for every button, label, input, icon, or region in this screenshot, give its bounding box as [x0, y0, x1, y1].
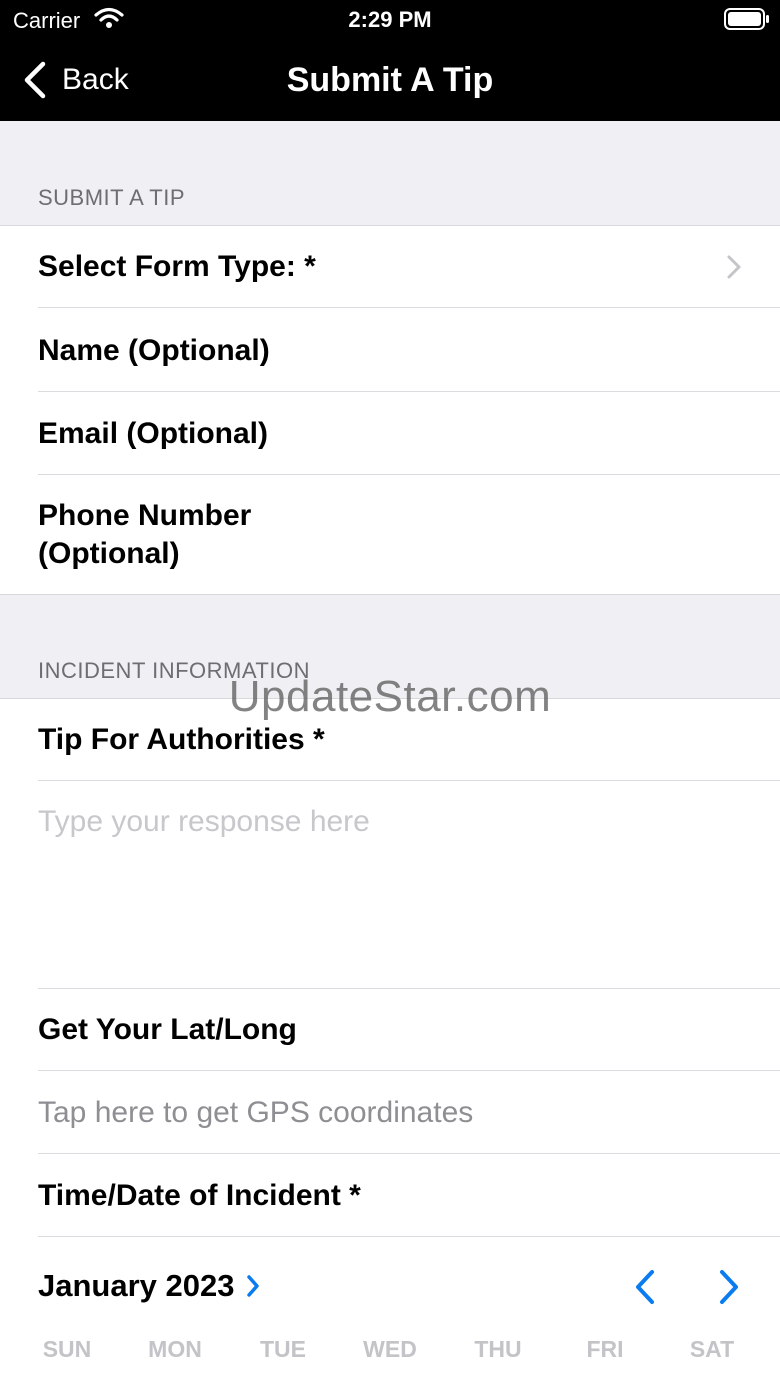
status-bar: Carrier 2:29 PM	[0, 0, 780, 40]
section-header-submit-tip: SUBMIT A TIP	[0, 121, 780, 226]
calendar-month-button[interactable]: January 2023	[38, 1268, 260, 1304]
section-header-label: INCIDENT INFORMATION	[38, 658, 310, 683]
gps-row[interactable]: Tap here to get GPS coordinates	[0, 1071, 780, 1154]
weekday-fri: FRI	[586, 1336, 624, 1362]
datetime-label: Time/Date of Incident *	[38, 1179, 361, 1212]
form-type-label: Select Form Type: *	[38, 250, 316, 283]
phone-row[interactable]: Phone Number (Optional)	[0, 475, 780, 594]
name-row[interactable]: Name (Optional)	[0, 308, 780, 392]
tip-input-row	[0, 781, 780, 989]
chevron-right-icon	[727, 255, 741, 279]
weekday-sun: SUN	[42, 1336, 92, 1362]
name-label: Name (Optional)	[38, 334, 270, 367]
status-time: 2:29 PM	[348, 7, 432, 32]
phone-label-line1: Phone Number	[38, 499, 252, 532]
weekday-wed: WED	[363, 1336, 417, 1362]
calendar-month-label: January 2023	[38, 1268, 235, 1303]
phone-label: Phone Number (Optional)	[38, 497, 251, 573]
next-month-icon[interactable]	[714, 1268, 744, 1306]
phone-label-line2: (Optional)	[38, 537, 180, 570]
prev-month-icon[interactable]	[630, 1268, 660, 1306]
row-divider	[38, 1236, 780, 1237]
page-title: Submit A Tip	[286, 61, 494, 99]
section-header-incident: INCIDENT INFORMATION	[0, 594, 780, 699]
battery-icon	[724, 8, 769, 30]
weekday-mon: MON	[148, 1336, 202, 1362]
weekday-tue: TUE	[260, 1336, 306, 1362]
form-type-row[interactable]: Select Form Type: *	[0, 226, 780, 308]
email-row[interactable]: Email (Optional)	[0, 392, 780, 475]
section-header-label: SUBMIT A TIP	[38, 185, 186, 210]
datetime-row: Time/Date of Incident *	[0, 1154, 780, 1237]
tip-label: Tip For Authorities *	[38, 723, 325, 756]
weekday-thu: THU	[474, 1336, 522, 1362]
navigation-bar: Back Submit A Tip	[0, 40, 780, 121]
weekday-sat: SAT	[689, 1336, 735, 1362]
tip-textarea[interactable]	[38, 805, 738, 975]
latlong-row: Get Your Lat/Long	[0, 989, 780, 1071]
month-chevron-icon	[247, 1275, 260, 1297]
gps-coordinates-button[interactable]: Tap here to get GPS coordinates	[38, 1096, 473, 1130]
latlong-label: Get Your Lat/Long	[38, 1013, 297, 1046]
email-label: Email (Optional)	[38, 417, 269, 450]
tip-label-row: Tip For Authorities *	[0, 699, 780, 781]
